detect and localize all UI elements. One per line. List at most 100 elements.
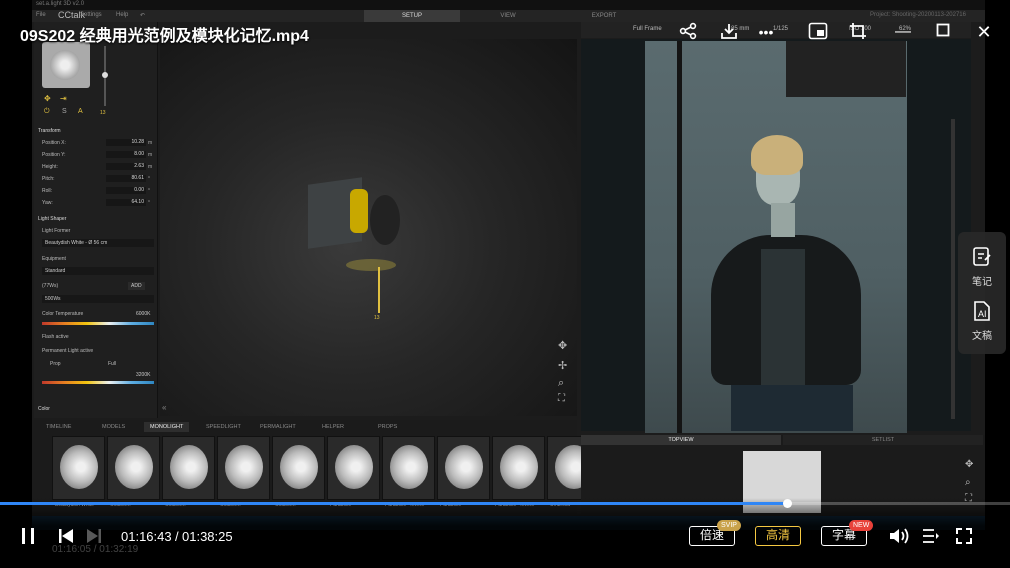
tab-permalight[interactable]: PERMALIGHT <box>260 422 296 432</box>
prop-radio[interactable]: Prop <box>50 361 61 367</box>
field-pitch[interactable]: 80.61 <box>106 175 146 182</box>
equipment-thumbnail[interactable]: Octaform <box>217 436 270 508</box>
zoom-icon[interactable]: ⌕ <box>558 377 564 390</box>
light-shaper-image <box>60 445 98 489</box>
minimize-icon[interactable]: — <box>893 22 913 42</box>
menu-help[interactable]: Help <box>116 12 128 18</box>
menu-settings[interactable]: Settings <box>80 12 102 18</box>
equipment-thumbnail[interactable]: Octaform <box>107 436 160 508</box>
app-window: set.a.light 3D v2.0 File CCtalk Settings… <box>32 0 985 530</box>
tab-speedlight[interactable]: SPEEDLIGHT <box>206 422 241 432</box>
permanent-light-checkbox[interactable]: Permanent Light active <box>42 348 93 354</box>
field-yaw[interactable]: 64.10 <box>106 199 146 206</box>
s-icon[interactable]: S <box>62 108 67 115</box>
download-icon[interactable] <box>719 22 739 42</box>
topview-move-icon[interactable]: ✥ <box>965 459 973 470</box>
equipment-thumbnail[interactable]: Beautydish White <box>52 436 105 508</box>
color-temperature-value: 6000K <box>136 311 151 317</box>
field-height[interactable]: 2.63 <box>106 163 146 170</box>
field-position-y[interactable]: 8.00 <box>106 151 146 158</box>
label-yaw: Yaw: <box>42 200 53 206</box>
field-position-x[interactable]: 10.28 <box>106 139 146 146</box>
pip-icon[interactable] <box>808 22 828 42</box>
equipment-select[interactable]: Standard <box>42 267 154 275</box>
unit-position-y: m <box>148 152 153 158</box>
progress-bar-fill <box>0 502 788 505</box>
fullscreen-icon[interactable] <box>956 528 972 549</box>
tab-props[interactable]: PROPS <box>378 422 397 432</box>
undo-icon[interactable]: ↶ <box>140 12 145 19</box>
close-icon[interactable]: ✕ <box>974 22 994 42</box>
section-color[interactable]: Color <box>38 406 50 412</box>
volume-icon[interactable] <box>888 527 910 550</box>
tab-models[interactable]: MODELS <box>102 422 125 432</box>
fit-icon[interactable]: ⛶ <box>558 393 565 404</box>
add-button[interactable]: ADD <box>128 282 145 290</box>
crop-icon[interactable] <box>848 22 868 42</box>
equipment-thumbnail[interactable]: Parabolic - Invers <box>382 436 435 508</box>
next-icon[interactable] <box>86 528 102 549</box>
3d-viewport[interactable]: 13 ✥ ✢ ⌕ ⛶ « <box>160 39 577 416</box>
equipment-thumbnail[interactable]: Parabolic - Invers <box>492 436 545 508</box>
softbox-edge <box>786 41 906 97</box>
light-former-select[interactable]: Beautydish White - Ø 56 cm <box>42 239 154 247</box>
align-icon[interactable]: ⇥ <box>60 94 67 103</box>
color-temperature2-value: 3200K <box>136 372 151 378</box>
power-slider[interactable] <box>102 46 108 106</box>
section-light-shaper[interactable]: Light Shaper <box>38 216 66 222</box>
pan-icon[interactable]: ✢ <box>558 359 567 372</box>
share-icon[interactable] <box>678 22 698 42</box>
tab-monolight[interactable]: MONOLIGHT <box>144 422 190 432</box>
height-slider-value: 13 <box>374 315 380 321</box>
tab-setup[interactable]: SETUP <box>364 10 460 22</box>
flash-active-checkbox[interactable]: Flash active <box>42 334 69 340</box>
subject-jeans <box>731 385 853 431</box>
equipment-thumbnail[interactable]: Parabolic <box>327 436 380 508</box>
power-icon[interactable]: ⏻ <box>44 108 50 116</box>
label-color-temperature: Color Temperature <box>42 311 84 317</box>
notes-button[interactable]: 笔记 <box>958 240 1006 290</box>
more-icon[interactable]: ••• <box>756 22 776 42</box>
maximize-icon[interactable] <box>933 22 953 42</box>
video-player[interactable]: set.a.light 3D v2.0 File CCtalk Settings… <box>0 0 1010 568</box>
sensor-select[interactable]: Full Frame <box>633 26 662 32</box>
tab-helper[interactable]: HELPER <box>322 422 344 432</box>
full-radio[interactable]: Full <box>108 361 116 367</box>
tab-view[interactable]: VIEW <box>460 10 556 22</box>
color-temperature-slider[interactable] <box>42 322 154 325</box>
previous-icon[interactable] <box>58 528 74 549</box>
playlist-icon[interactable] <box>922 528 940 549</box>
preview-scrollbar[interactable] <box>951 119 955 419</box>
side-tools-panel: 笔记 AI 文稿 <box>958 232 1006 354</box>
section-transform[interactable]: Transform <box>38 128 61 134</box>
beauty-dish[interactable] <box>370 195 400 245</box>
unit-position-x: m <box>148 140 153 146</box>
topview-zoom-icon[interactable]: ⌕ <box>965 477 971 488</box>
equipment-thumbnail[interactable]: Parabolic <box>437 436 490 508</box>
quality-button[interactable]: 高清 <box>755 526 801 546</box>
label-position-x: Position X: <box>42 140 66 146</box>
tab-export[interactable]: EXPORT <box>556 10 652 22</box>
pause-icon[interactable] <box>20 527 36 550</box>
color-temperature2-slider[interactable] <box>42 381 154 384</box>
equipment-thumbnail[interactable]: Octaform <box>272 436 325 508</box>
tab-timeline[interactable]: TIMELINE <box>46 422 71 432</box>
tab-setlist[interactable]: SETLIST <box>783 435 983 445</box>
power-slider-knob[interactable] <box>102 72 108 78</box>
field-roll[interactable]: 0.00 <box>106 187 146 194</box>
tab-topview[interactable]: TOPVIEW <box>581 435 781 445</box>
power-slider-value: 13 <box>100 110 106 116</box>
menu-file[interactable]: File <box>36 12 46 18</box>
move-icon[interactable]: ✥ <box>44 94 51 103</box>
total-time: 01:38:25 <box>182 529 233 544</box>
unit-pitch: ° <box>148 176 150 182</box>
height-slider[interactable] <box>378 267 380 313</box>
mode-icon[interactable]: A <box>78 108 83 115</box>
collapse-icon[interactable]: « <box>162 403 166 412</box>
navigate-icon[interactable]: ✥ <box>558 339 567 352</box>
transcript-button[interactable]: AI 文稿 <box>958 294 1006 344</box>
new-badge: NEW <box>849 520 874 531</box>
power-select[interactable]: 500Ws <box>42 295 154 303</box>
equipment-thumbnail[interactable]: Octaform <box>162 436 215 508</box>
current-time: 01:16:43 <box>121 529 172 544</box>
